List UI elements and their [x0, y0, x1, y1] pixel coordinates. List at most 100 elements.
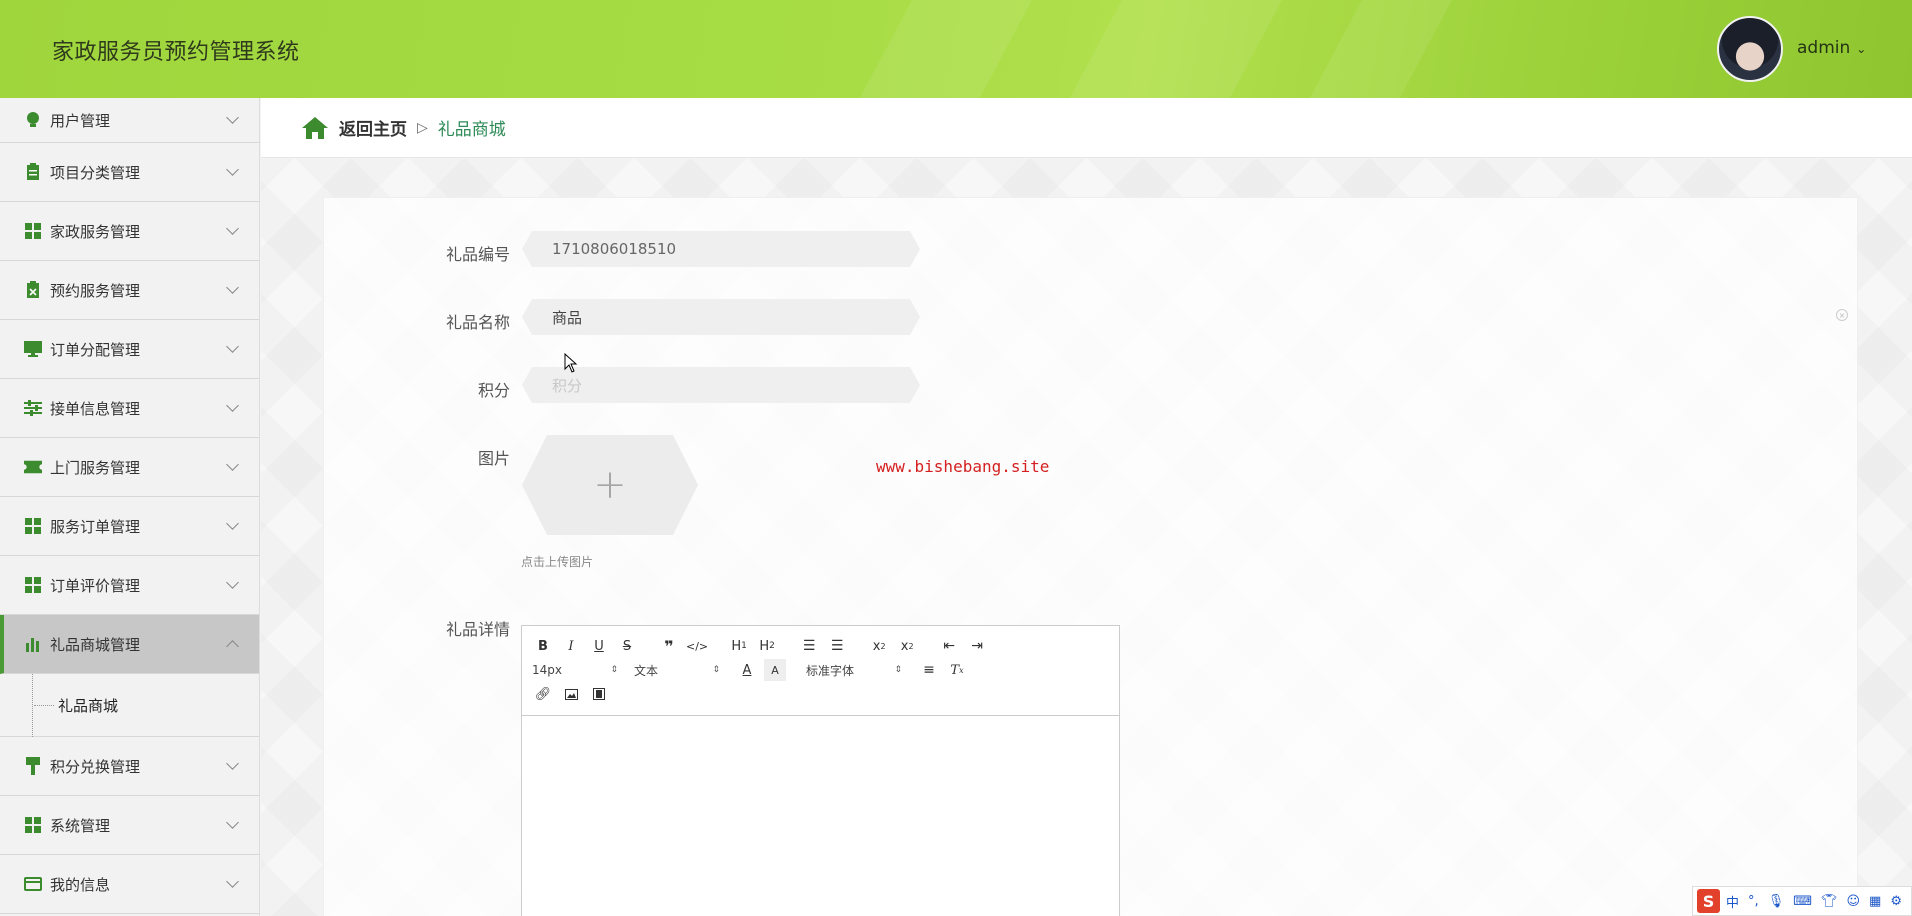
editor-toolbar: B I U S ❞ </> H1 H2 ☰ ☰ x2 x2 ⇤ ⇥ 14px ⇕ … [522, 626, 1119, 716]
sidebar-item-label: 家政服务管理 [50, 222, 141, 241]
sidebar-item-label: 我的信息 [50, 875, 111, 894]
subscript-icon[interactable]: x2 [868, 635, 890, 657]
italic-icon[interactable]: I [560, 635, 582, 657]
sidebar-item-my-info[interactable]: 我的信息 [0, 855, 259, 914]
sidebar-item-label: 订单分配管理 [50, 340, 141, 359]
grid-icon[interactable]: ▦ [1869, 894, 1881, 909]
superscript-icon[interactable]: x2 [896, 635, 918, 657]
header-decoration [1036, 0, 1304, 98]
sidebar-item-order-review[interactable]: 订单评价管理 [0, 556, 259, 615]
emoji-icon[interactable]: ☺ [1846, 894, 1860, 909]
bullet-list-icon[interactable]: ☰ [826, 635, 848, 657]
submenu-gift-mall: 礼品商城 [0, 674, 259, 737]
grid-icon [24, 517, 42, 535]
chevron-up-icon [226, 640, 239, 653]
watermark: www.bishebang.site [876, 457, 1050, 476]
breadcrumb-current: 礼品商城 [437, 120, 506, 140]
back-home-link[interactable]: 返回主页 [339, 115, 407, 140]
punctuation-icon[interactable]: °, [1748, 894, 1759, 909]
font-color-icon[interactable]: A [736, 659, 758, 681]
paragraph-value: 文本 [634, 663, 659, 678]
skin-icon[interactable]: 👕︎ [1821, 894, 1838, 909]
code-icon[interactable]: </> [686, 635, 708, 657]
sidebar-item-order-accept[interactable]: 接单信息管理 [0, 379, 259, 438]
font-family-value: 标准字体 [806, 663, 855, 678]
sidebar-subitem-gift-mall[interactable]: 礼品商城 [58, 695, 118, 716]
indent-icon[interactable]: ⇥ [966, 635, 988, 657]
sidebar-item-label: 积分兑换管理 [50, 757, 141, 776]
chevron-down-icon [226, 576, 239, 589]
sidebar-item-gift-mall[interactable]: 礼品商城管理 [0, 615, 259, 674]
top-header: 家政服务员预约管理系统 admin ⌄ [0, 0, 1912, 98]
keyboard-icon[interactable]: ⌨ [1793, 894, 1812, 909]
detail-label: 礼品详情 [445, 620, 510, 639]
outdent-icon[interactable]: ⇤ [938, 635, 960, 657]
close-icon[interactable]: × [1836, 309, 1848, 321]
sidebar-item-home-service[interactable]: 上门服务管理 [0, 438, 259, 497]
paragraph-select[interactable]: 文本 ⇕ [634, 662, 720, 679]
editor-body[interactable] [522, 716, 1119, 916]
sidebar-item-label: 项目分类管理 [50, 163, 141, 182]
chevron-down-icon [226, 875, 239, 888]
ime-lang[interactable]: 中 [1726, 892, 1739, 911]
gear-icon[interactable]: ⚙ [1890, 894, 1902, 909]
image-upload-button[interactable]: + [522, 435, 698, 535]
sidebar-item-order-assign[interactable]: 订单分配管理 [0, 320, 259, 379]
chevron-updown-icon: ⇕ [712, 665, 720, 675]
clear-format-icon[interactable]: Tx [946, 659, 968, 681]
gift-name-label: 礼品名称 [445, 313, 510, 332]
sidebar-item-category[interactable]: 项目分类管理 [0, 143, 259, 202]
sidebar-item-service-order[interactable]: 服务订单管理 [0, 497, 259, 556]
sogou-logo-icon: S [1697, 889, 1721, 913]
align-icon[interactable]: ≡ [918, 659, 940, 681]
tree-branch [34, 705, 54, 706]
chevron-down-icon [226, 340, 239, 353]
username: admin [1797, 38, 1851, 58]
link-icon[interactable]: 🔗︎ [532, 683, 554, 705]
sidebar-item-label: 系统管理 [50, 816, 111, 835]
font-family-select[interactable]: 标准字体 ⇕ [806, 662, 902, 679]
chevron-down-icon [226, 517, 239, 530]
home-icon[interactable] [301, 116, 329, 140]
ime-toolbar[interactable]: S 中 °, 🎙︎ ⌨ 👕︎ ☺ ▦ ⚙ [1692, 886, 1912, 916]
video-icon[interactable] [588, 683, 610, 705]
sidebar-item-housekeeping[interactable]: 家政服务管理 [0, 202, 259, 261]
gift-no-field[interactable]: 1710806018510 [522, 231, 920, 267]
rich-text-editor: B I U S ❞ </> H1 H2 ☰ ☰ x2 x2 ⇤ ⇥ 14px ⇕ … [521, 625, 1120, 916]
image-label: 图片 [477, 449, 510, 468]
ordered-list-icon[interactable]: ☰ [798, 635, 820, 657]
points-input[interactable]: 积分 [522, 367, 920, 403]
font-size-select[interactable]: 14px ⇕ [532, 663, 618, 677]
grid-icon [24, 816, 42, 834]
avatar[interactable] [1717, 16, 1783, 82]
sidebar-item-system[interactable]: 系统管理 [0, 796, 259, 855]
chevron-down-icon [226, 399, 239, 412]
gift-no-label: 礼品编号 [445, 245, 510, 264]
breadcrumb: 返回主页 ▷ 礼品商城 [261, 98, 1912, 158]
background-color-icon[interactable]: A [764, 659, 786, 681]
sidebar-item-points-exchange[interactable]: 积分兑换管理 [0, 737, 259, 796]
header-decoration [826, 0, 1054, 98]
sidebar-item-booking[interactable]: 预约服务管理 [0, 261, 259, 320]
heading2-icon[interactable]: H2 [756, 635, 778, 657]
image-icon[interactable] [560, 683, 582, 705]
grid-icon [24, 576, 42, 594]
lightbulb-icon [24, 111, 42, 129]
blockquote-icon[interactable]: ❞ [658, 635, 680, 657]
sidebar-item-label: 预约服务管理 [50, 281, 141, 300]
clipboard-icon [24, 163, 42, 181]
sidebar-item-label: 订单评价管理 [50, 576, 141, 595]
bar-chart-icon [24, 635, 42, 653]
strikethrough-icon[interactable]: S [616, 635, 638, 657]
brush-icon [24, 757, 42, 775]
gift-name-input[interactable]: 商品 [522, 299, 920, 335]
bold-icon[interactable]: B [532, 635, 554, 657]
underline-icon[interactable]: U [588, 635, 610, 657]
mic-icon[interactable]: 🎙︎ [1768, 894, 1785, 909]
upload-tip: 点击上传图片 [521, 555, 594, 569]
user-menu[interactable]: admin ⌄ [1797, 38, 1866, 58]
chevron-down-icon [226, 757, 239, 770]
heading1-icon[interactable]: H1 [728, 635, 750, 657]
breadcrumb-separator: ▷ [417, 119, 428, 136]
sidebar-item-user[interactable]: 用户管理 [0, 98, 259, 143]
